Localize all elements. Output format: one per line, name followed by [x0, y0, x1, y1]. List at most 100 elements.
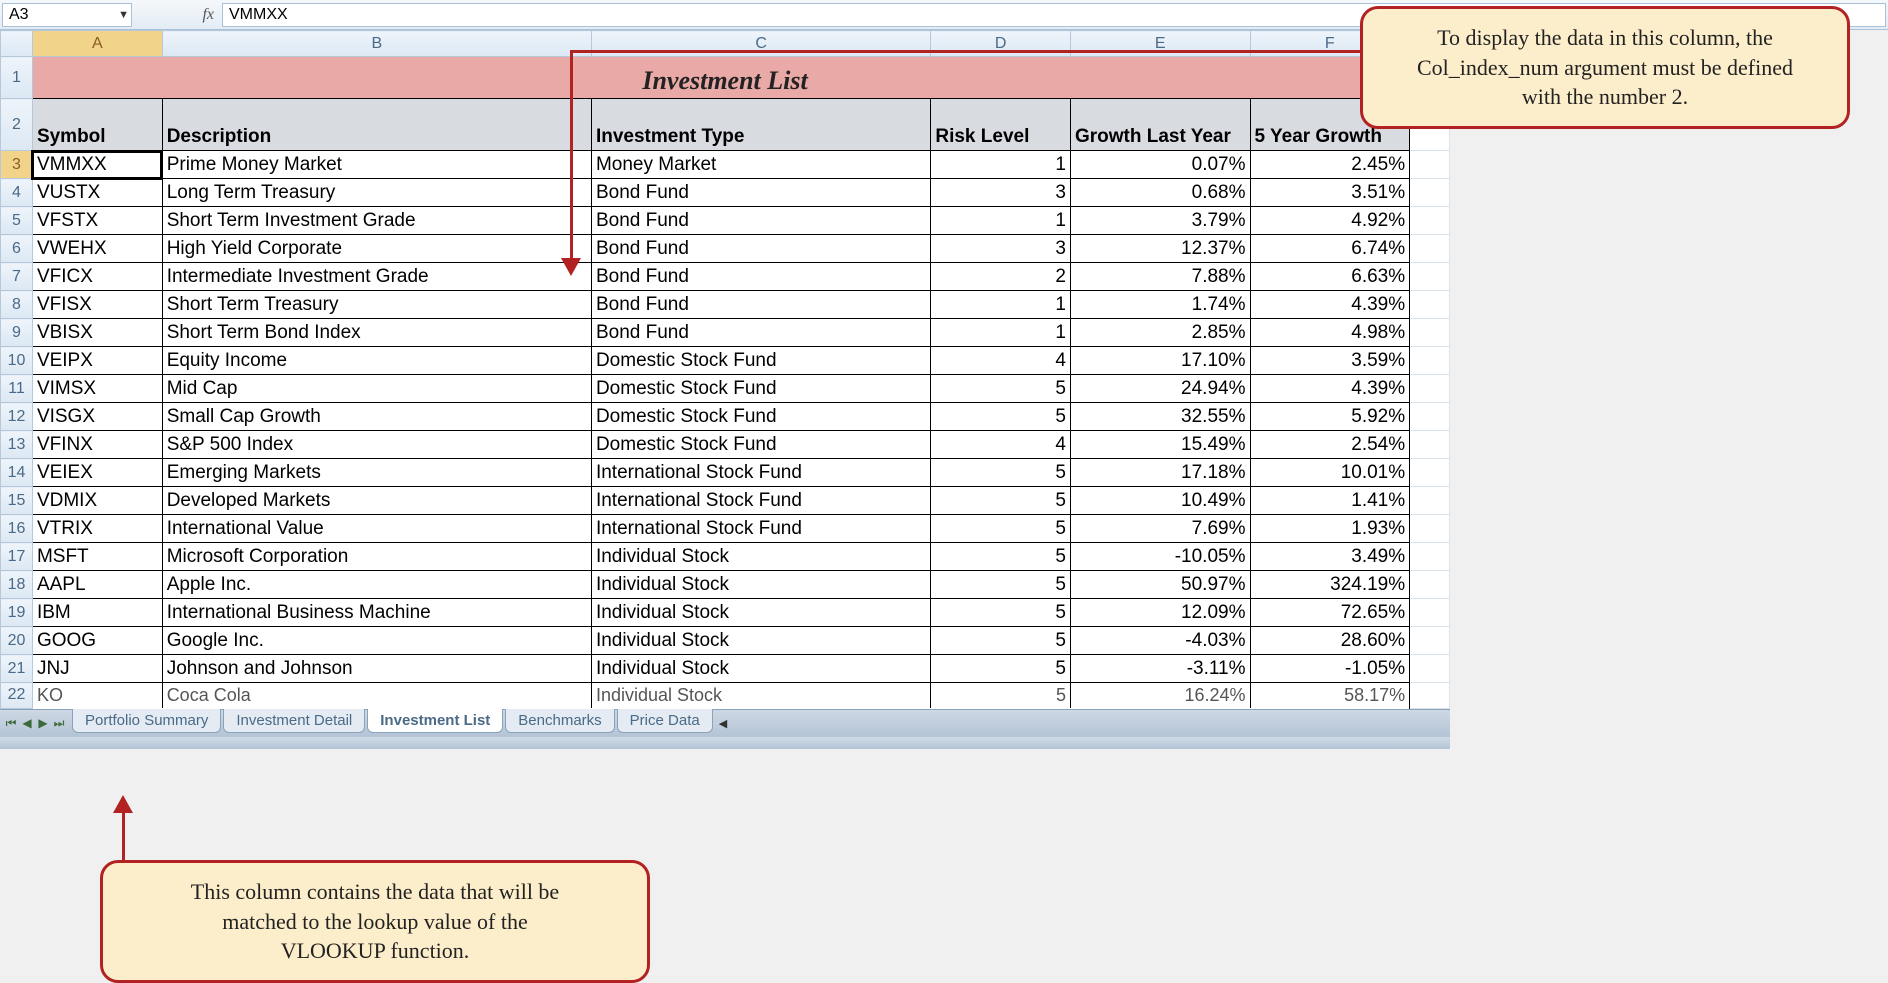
blank-cell[interactable] [1410, 263, 1450, 291]
cell-C18[interactable]: Individual Stock [591, 571, 930, 599]
cell-A14[interactable]: VEIEX [32, 459, 162, 487]
cell-F7[interactable]: 6.63% [1250, 263, 1410, 291]
cell-D6[interactable]: 3 [931, 235, 1071, 263]
cell-B4[interactable]: Long Term Treasury [162, 179, 591, 207]
fx-label[interactable]: fx [132, 6, 222, 24]
cell-E16[interactable]: 7.69% [1070, 515, 1250, 543]
blank-cell[interactable] [1410, 347, 1450, 375]
cell-F6[interactable]: 6.74% [1250, 235, 1410, 263]
cell-B20[interactable]: Google Inc. [162, 627, 591, 655]
row-header-18[interactable]: 18 [1, 571, 33, 599]
blank-cell[interactable] [1410, 627, 1450, 655]
tab-nav-next-icon[interactable]: ▶ [36, 716, 50, 731]
blank-cell[interactable] [1410, 543, 1450, 571]
blank-cell[interactable] [1410, 571, 1450, 599]
cell-F8[interactable]: 4.39% [1250, 291, 1410, 319]
select-all-corner[interactable] [1, 31, 33, 57]
cell-E12[interactable]: 32.55% [1070, 403, 1250, 431]
cell-F12[interactable]: 5.92% [1250, 403, 1410, 431]
blank-cell[interactable] [1410, 291, 1450, 319]
blank-cell[interactable] [1410, 655, 1450, 683]
blank-cell[interactable] [1410, 235, 1450, 263]
col-header-B[interactable]: B [162, 31, 591, 57]
cell-E6[interactable]: 12.37% [1070, 235, 1250, 263]
row-header-16[interactable]: 16 [1, 515, 33, 543]
sheet-tab-portfolio-summary[interactable]: Portfolio Summary [72, 709, 221, 733]
row-header-17[interactable]: 17 [1, 543, 33, 571]
cell-E14[interactable]: 17.18% [1070, 459, 1250, 487]
row-header-8[interactable]: 8 [1, 291, 33, 319]
cell-C4[interactable]: Bond Fund [591, 179, 930, 207]
cell-C15[interactable]: International Stock Fund [591, 487, 930, 515]
cell-D10[interactable]: 4 [931, 347, 1071, 375]
blank-cell[interactable] [1410, 403, 1450, 431]
cell-F14[interactable]: 10.01% [1250, 459, 1410, 487]
cell-B21[interactable]: Johnson and Johnson [162, 655, 591, 683]
cell-B12[interactable]: Small Cap Growth [162, 403, 591, 431]
cell-C14[interactable]: International Stock Fund [591, 459, 930, 487]
cell-D17[interactable]: 5 [931, 543, 1071, 571]
cell-A3[interactable]: VMMXX [32, 151, 162, 179]
cell-B8[interactable]: Short Term Treasury [162, 291, 591, 319]
cell-E10[interactable]: 17.10% [1070, 347, 1250, 375]
cell-E19[interactable]: 12.09% [1070, 599, 1250, 627]
cell-F19[interactable]: 72.65% [1250, 599, 1410, 627]
name-box-dropdown-icon[interactable]: ▼ [118, 9, 129, 21]
cell-D5[interactable]: 1 [931, 207, 1071, 235]
cell-B13[interactable]: S&P 500 Index [162, 431, 591, 459]
cell-A12[interactable]: VISGX [32, 403, 162, 431]
horizontal-scrollbar[interactable] [0, 737, 1450, 749]
sheet-tab-benchmarks[interactable]: Benchmarks [505, 709, 614, 733]
cell-C21[interactable]: Individual Stock [591, 655, 930, 683]
cell-F11[interactable]: 4.39% [1250, 375, 1410, 403]
header-D[interactable]: Risk Level [931, 99, 1071, 151]
header-A[interactable]: Symbol [32, 99, 162, 151]
cell-A15[interactable]: VDMIX [32, 487, 162, 515]
cell-B5[interactable]: Short Term Investment Grade [162, 207, 591, 235]
cell-A19[interactable]: IBM [32, 599, 162, 627]
cell-E17[interactable]: -10.05% [1070, 543, 1250, 571]
cell-C20[interactable]: Individual Stock [591, 627, 930, 655]
row-header-5[interactable]: 5 [1, 207, 33, 235]
row-header-20[interactable]: 20 [1, 627, 33, 655]
cell-E13[interactable]: 15.49% [1070, 431, 1250, 459]
cell-E15[interactable]: 10.49% [1070, 487, 1250, 515]
blank-cell[interactable] [1410, 179, 1450, 207]
cell-F15[interactable]: 1.41% [1250, 487, 1410, 515]
cell-C19[interactable]: Individual Stock [591, 599, 930, 627]
cell-A13[interactable]: VFINX [32, 431, 162, 459]
blank-cell[interactable] [1410, 487, 1450, 515]
cell-C7[interactable]: Bond Fund [591, 263, 930, 291]
cell-F9[interactable]: 4.98% [1250, 319, 1410, 347]
cell-D20[interactable]: 5 [931, 627, 1071, 655]
cell-C3[interactable]: Money Market [591, 151, 930, 179]
cell-A22[interactable]: KO [32, 683, 162, 709]
cell-D4[interactable]: 3 [931, 179, 1071, 207]
cell-C13[interactable]: Domestic Stock Fund [591, 431, 930, 459]
cell-A18[interactable]: AAPL [32, 571, 162, 599]
cell-E8[interactable]: 1.74% [1070, 291, 1250, 319]
cell-B15[interactable]: Developed Markets [162, 487, 591, 515]
blank-cell[interactable] [1410, 599, 1450, 627]
cell-C11[interactable]: Domestic Stock Fund [591, 375, 930, 403]
cell-C10[interactable]: Domestic Stock Fund [591, 347, 930, 375]
header-E[interactable]: Growth Last Year [1070, 99, 1250, 151]
cell-C5[interactable]: Bond Fund [591, 207, 930, 235]
cell-E20[interactable]: -4.03% [1070, 627, 1250, 655]
cell-C8[interactable]: Bond Fund [591, 291, 930, 319]
row-header-15[interactable]: 15 [1, 487, 33, 515]
cell-D14[interactable]: 5 [931, 459, 1071, 487]
blank-cell[interactable] [1410, 459, 1450, 487]
cell-F17[interactable]: 3.49% [1250, 543, 1410, 571]
cell-A6[interactable]: VWEHX [32, 235, 162, 263]
header-B[interactable]: Description [162, 99, 591, 151]
cell-A20[interactable]: GOOG [32, 627, 162, 655]
col-header-A[interactable]: A [32, 31, 162, 57]
spreadsheet-grid[interactable]: ABCDEF1Investment List2SymbolDescription… [0, 30, 1450, 709]
cell-C12[interactable]: Domestic Stock Fund [591, 403, 930, 431]
cell-A11[interactable]: VIMSX [32, 375, 162, 403]
cell-E9[interactable]: 2.85% [1070, 319, 1250, 347]
cell-D21[interactable]: 5 [931, 655, 1071, 683]
cell-D18[interactable]: 5 [931, 571, 1071, 599]
row-header-11[interactable]: 11 [1, 375, 33, 403]
